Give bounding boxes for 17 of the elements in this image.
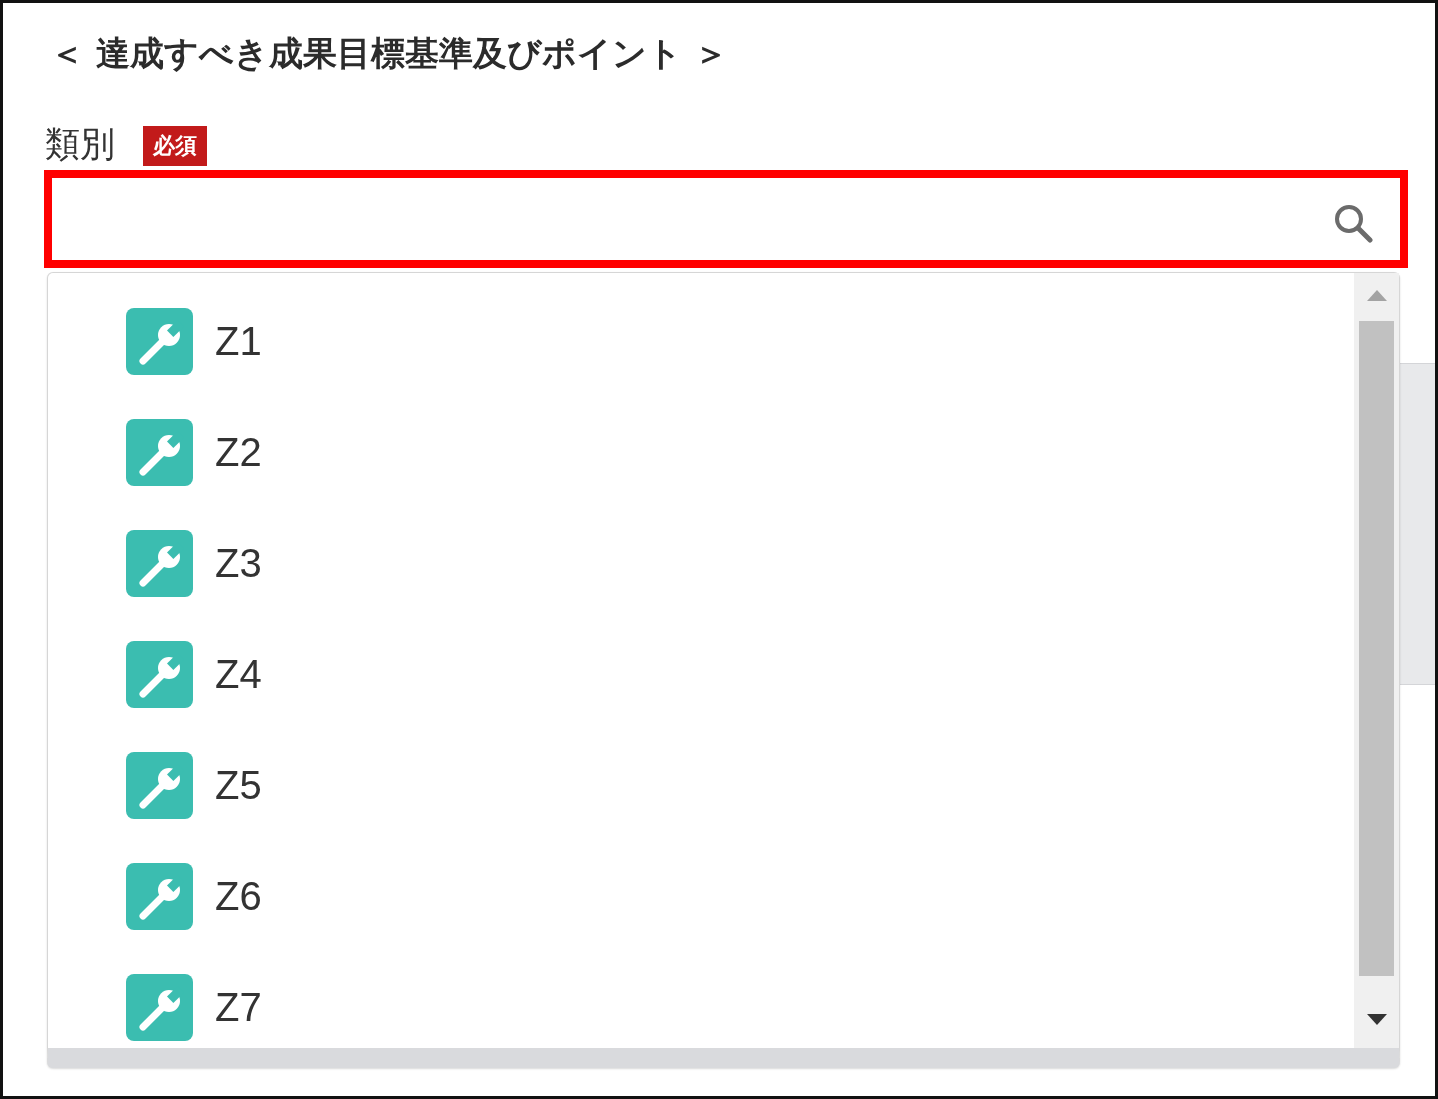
section-title: ＜ 達成すべき成果目標基準及びポイント ＞ xyxy=(50,32,729,75)
scrollbar-track[interactable] xyxy=(1354,273,1399,1048)
wrench-icon xyxy=(126,641,193,708)
wrench-icon xyxy=(126,419,193,486)
scroll-up-icon[interactable] xyxy=(1366,290,1387,301)
scrollbar-thumb[interactable] xyxy=(1359,321,1394,976)
search-field[interactable] xyxy=(44,170,1408,268)
wrench-icon xyxy=(126,974,193,1041)
search-icon[interactable] xyxy=(1333,203,1373,243)
wrench-icon xyxy=(126,752,193,819)
scroll-down-icon[interactable] xyxy=(1366,1014,1387,1025)
wrench-icon xyxy=(126,530,193,597)
required-badge: 必須 xyxy=(143,126,207,166)
field-label: 類別 xyxy=(45,123,115,166)
dropdown-option[interactable]: Z7 xyxy=(48,952,1354,1048)
wrench-icon xyxy=(126,308,193,375)
wrench-icon xyxy=(126,863,193,930)
